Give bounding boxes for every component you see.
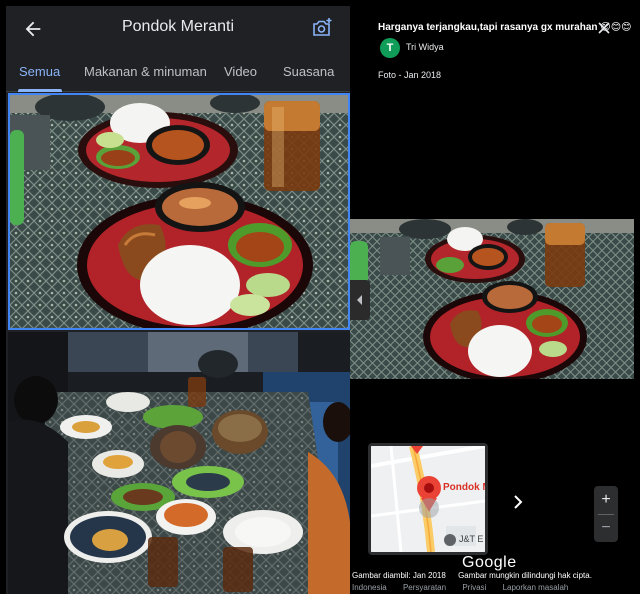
review-text: Harganya terjangkau,tapi rasanya gx mura… [378, 22, 632, 33]
active-tab-indicator [18, 89, 62, 92]
map-place-label: Pondok M [443, 482, 488, 493]
footer-link-indonesia[interactable]: Indonesia [352, 583, 387, 592]
tab-suasana[interactable]: Suasana [283, 64, 334, 79]
author-name[interactable]: Tri Widya [406, 42, 444, 52]
food-photo-thumbnail-2[interactable] [8, 332, 350, 594]
tab-semua[interactable]: Semua [19, 64, 60, 79]
close-icon[interactable] [596, 20, 612, 36]
image-info-footer: Gambar diambil: Jan 2018 Gambar mungkin … [352, 571, 602, 580]
footer-links: Indonesia Persyaratan Privasi Laporkan m… [352, 583, 582, 592]
footer-link-terms[interactable]: Persyaratan [403, 583, 446, 592]
add-photo-icon[interactable] [310, 16, 334, 40]
food-plate-image [10, 95, 348, 328]
selected-photo-preview [350, 219, 634, 379]
footer-link-report[interactable]: Laporkan masalah [503, 583, 569, 592]
chevron-right-icon[interactable] [508, 492, 528, 512]
zoom-in-button[interactable]: + [594, 486, 618, 514]
collapse-panel-button[interactable] [350, 280, 370, 320]
gallery-header: Pondok Meranti [6, 6, 350, 52]
photo-date: Foto - Jan 2018 [378, 70, 442, 80]
chevron-left-icon [357, 295, 362, 305]
zoom-out-button[interactable]: − [594, 514, 618, 542]
capture-date: Gambar diambil: Jan 2018 [352, 571, 446, 580]
food-plate-preview-image [350, 219, 634, 379]
minimap-card[interactable]: Pondok M J&T E [368, 443, 488, 555]
tab-video[interactable]: Video [224, 64, 257, 79]
photo-category-tabs: Semua Makanan & minuman Video Suasana [6, 52, 350, 92]
place-title: Pondok Meranti [121, 18, 235, 35]
google-logo: Google [462, 554, 517, 571]
photo-gallery-panel: Pondok Meranti Semua Makanan & minuman V… [6, 6, 350, 594]
group-dinner-image [8, 332, 350, 594]
footer-link-privacy[interactable]: Privasi [462, 583, 486, 592]
photo-detail-panel: Harganya terjangkau,tapi rasanya gx mura… [350, 6, 634, 594]
zoom-control: + − [594, 486, 618, 542]
tab-makanan-minuman[interactable]: Makanan & minuman [84, 64, 207, 79]
author-avatar[interactable]: T [380, 38, 400, 58]
food-photo-thumbnail-1[interactable] [8, 93, 350, 330]
copyright-notice: Gambar mungkin dilindungi hak cipta. [458, 571, 592, 580]
map-secondary-label: J&T E [459, 534, 484, 544]
